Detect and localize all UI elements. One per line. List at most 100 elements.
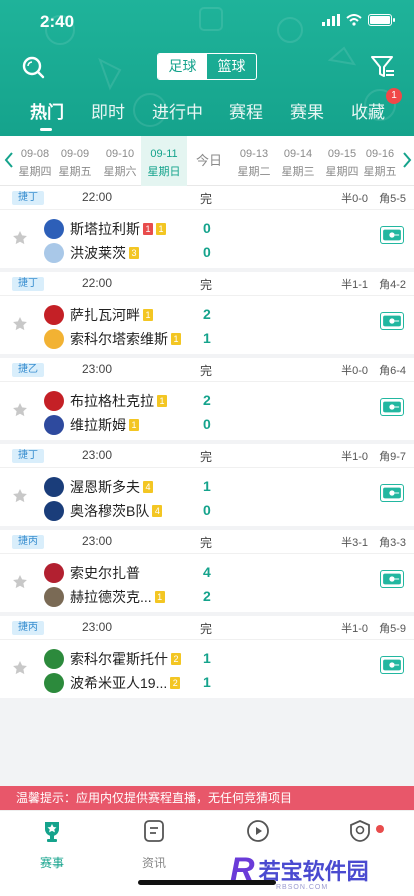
live-video-icon[interactable] [380,656,404,674]
home-score: 4 [203,564,211,580]
live-video-icon[interactable] [380,312,404,330]
battery-icon [368,14,395,26]
match-card[interactable]: 捷乙 23:00 完 半0-0 角6-4 布拉格杜克拉 1 维拉斯姆 1 2 0 [0,358,414,440]
away-score: 1 [203,674,211,690]
team-logo [44,477,64,497]
date-item[interactable]: 09-09 星期五 [52,136,98,186]
live-video-icon[interactable] [380,484,404,502]
trophy-icon [45,822,59,842]
search-icon[interactable] [20,54,46,80]
date-item[interactable]: 09-10 星期六 [97,136,143,186]
match-time: 23:00 [82,362,113,376]
away-team: 赫拉德茨克... 1 [44,586,165,608]
corner-count: 角5-5 [379,193,406,205]
yellow-card-count: 1 [157,395,167,407]
away-team: 奥洛穆茨B队 4 [44,500,163,522]
team-logo [44,243,64,263]
away-team: 索科尔塔索维斯 1 [44,328,181,350]
notification-dot [376,825,384,833]
live-video-icon[interactable] [380,570,404,588]
yellow-card-count: 2 [171,653,181,665]
match-card[interactable]: 捷丙 23:00 完 半3-1 角3-3 索史尔扎普 赫拉德茨克... 1 4 2 [0,530,414,612]
main-tabs: 热门 即时 进行中 赛程 赛果 收藏 [0,98,414,130]
match-header: 捷丁 22:00 完 半0-0 角5-5 [0,186,414,210]
match-time: 23:00 [82,620,113,634]
tab-in-progress[interactable]: 进行中 [152,98,203,123]
match-card[interactable]: 捷丁 22:00 完 半0-0 角5-5 斯塔拉利斯 1 1 洪波莱茨 3 0 0 [0,186,414,268]
half-time-score: 半0-0 [341,193,368,205]
team-logo [44,329,64,349]
home-team: 索史尔扎普 [44,562,140,584]
team-logo [44,587,64,607]
chevron-right-icon[interactable] [402,152,412,168]
team-logo [44,415,64,435]
away-score: 0 [203,502,211,518]
yellow-card-count: 3 [129,247,139,259]
away-team: 洪波莱茨 3 [44,242,139,264]
team-name: 渥恩斯多夫 [70,479,140,495]
team-name: 索史尔扎普 [70,565,140,581]
tab-basketball[interactable]: 篮球 [207,54,256,79]
date-strip: 09-08 星期四 09-09 星期五 09-10 星期六 09-11 星期日 今日 0… [0,136,414,186]
live-video-icon[interactable] [380,398,404,416]
yellow-card-count: 1 [156,223,166,235]
match-header: 捷丙 23:00 完 半1-0 角5-9 [0,616,414,640]
corner-count: 角3-3 [379,537,406,549]
tab-hot[interactable]: 热门 [30,98,64,123]
star-icon[interactable] [12,660,28,676]
tab-live[interactable]: 即时 [91,98,125,123]
team-logo [44,305,64,325]
match-time: 22:00 [82,276,113,290]
star-icon[interactable] [12,488,28,504]
tabbar-profile[interactable] [330,819,390,848]
yellow-card-count: 1 [129,419,139,431]
match-status: 完 [200,622,213,636]
match-time: 23:00 [82,448,113,462]
star-icon[interactable] [12,230,28,246]
date-item-today[interactable]: 今日 [186,136,232,186]
profile-icon [350,820,370,842]
yellow-card-count: 4 [152,505,163,517]
date-item-selected[interactable]: 09-11 星期日 [141,136,187,186]
league-tag: 捷丁 [12,277,44,291]
tab-results[interactable]: 赛果 [290,98,324,123]
away-score: 0 [203,244,211,260]
team-name: 布拉格杜克拉 [70,393,154,409]
tabbar-video[interactable] [228,819,288,848]
active-tab-indicator [40,128,52,131]
half-time-score: 半1-1 [341,279,368,291]
filter-icon[interactable] [370,54,396,80]
date-item[interactable]: 09-16 星期五 [358,136,402,186]
home-score: 1 [203,478,211,494]
tabbar-news[interactable]: 资讯 [124,819,184,871]
date-item[interactable]: 09-13 星期二 [231,136,277,186]
match-header: 捷乙 23:00 完 半0-0 角6-4 [0,358,414,382]
home-score: 1 [203,650,211,666]
home-team: 斯塔拉利斯 1 1 [44,218,166,240]
yellow-card-count: 1 [171,333,181,345]
match-status: 完 [200,450,213,464]
match-time: 23:00 [82,534,113,548]
live-video-icon[interactable] [380,226,404,244]
match-card[interactable]: 捷丙 23:00 完 半1-0 角5-9 索科尔霍斯托什 2 波希米亚人19...… [0,616,414,698]
date-item[interactable]: 09-14 星期三 [275,136,321,186]
star-icon[interactable] [12,316,28,332]
half-time-score: 半0-0 [341,365,368,377]
tab-football[interactable]: 足球 [158,54,207,79]
yellow-card-count: 1 [154,591,165,603]
team-logo [44,649,64,669]
team-logo [44,673,64,693]
tab-favorites[interactable]: 收藏 [351,98,385,123]
match-card[interactable]: 捷丁 23:00 完 半1-0 角9-7 渥恩斯多夫 4 奥洛穆茨B队 4 1 0 [0,444,414,526]
star-icon[interactable] [12,574,28,590]
signal-icon [322,14,340,26]
team-name: 赫拉德茨克... [70,589,152,605]
tabbar-events[interactable]: 赛事 [22,819,82,871]
red-card-count: 1 [143,223,153,235]
home-team: 萨扎瓦河畔 1 [44,304,153,326]
home-score: 2 [203,392,211,408]
tab-schedule[interactable]: 赛程 [229,98,263,123]
star-icon[interactable] [12,402,28,418]
away-score: 0 [203,416,211,432]
match-card[interactable]: 捷丁 22:00 完 半1-1 角4-2 萨扎瓦河畔 1 索科尔塔索维斯 1 2 1 [0,272,414,354]
